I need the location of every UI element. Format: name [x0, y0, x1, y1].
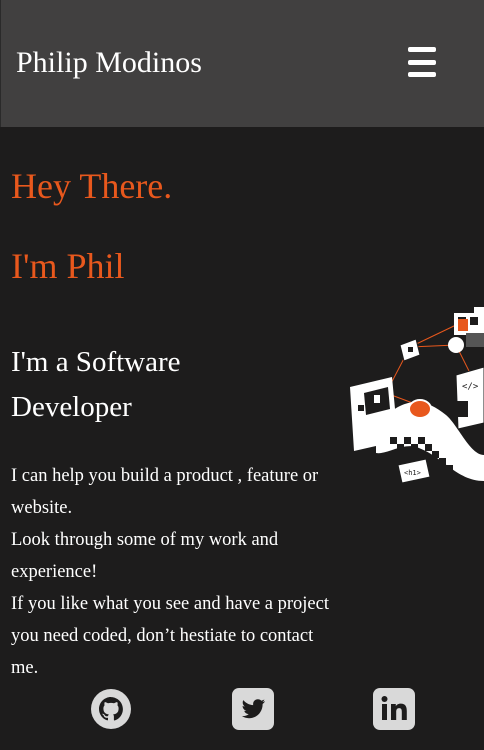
svg-text:</>: </>	[462, 382, 479, 392]
hamburger-menu-icon[interactable]	[405, 47, 439, 77]
github-icon[interactable]	[90, 688, 132, 730]
intro-paragraph: If you like what you see and have a proj…	[11, 594, 329, 678]
page: Philip Modinos Hey There. I'm Phil I'm a…	[0, 0, 484, 750]
role-line: Developer	[11, 391, 132, 423]
linkedin-icon[interactable]	[373, 688, 415, 730]
brand-title[interactable]: Philip Modinos	[16, 44, 202, 82]
intro-paragraph: Look through some of my work and experie…	[11, 530, 279, 582]
intro-text: I can help you build a product , feature…	[11, 460, 331, 684]
menu-bar	[408, 47, 436, 52]
menu-bar	[408, 72, 436, 77]
intro-paragraph: I can help you build a product , feature…	[11, 466, 319, 518]
top-navbar: Philip Modinos	[0, 0, 484, 127]
hero-greeting: Hey There.	[11, 166, 173, 206]
developer-illustration: </> <h1>	[346, 305, 484, 485]
illustration-image: </> <h1>	[350, 307, 484, 484]
twitter-icon[interactable]	[232, 688, 274, 730]
hero-name: I'm Phil	[11, 246, 125, 286]
svg-text:<h1>: <h1>	[404, 469, 421, 477]
role-line: I'm a Software	[11, 346, 181, 378]
role-heading: I'm a Software Developer	[11, 340, 271, 430]
social-links	[0, 688, 484, 738]
menu-bar	[408, 59, 436, 65]
